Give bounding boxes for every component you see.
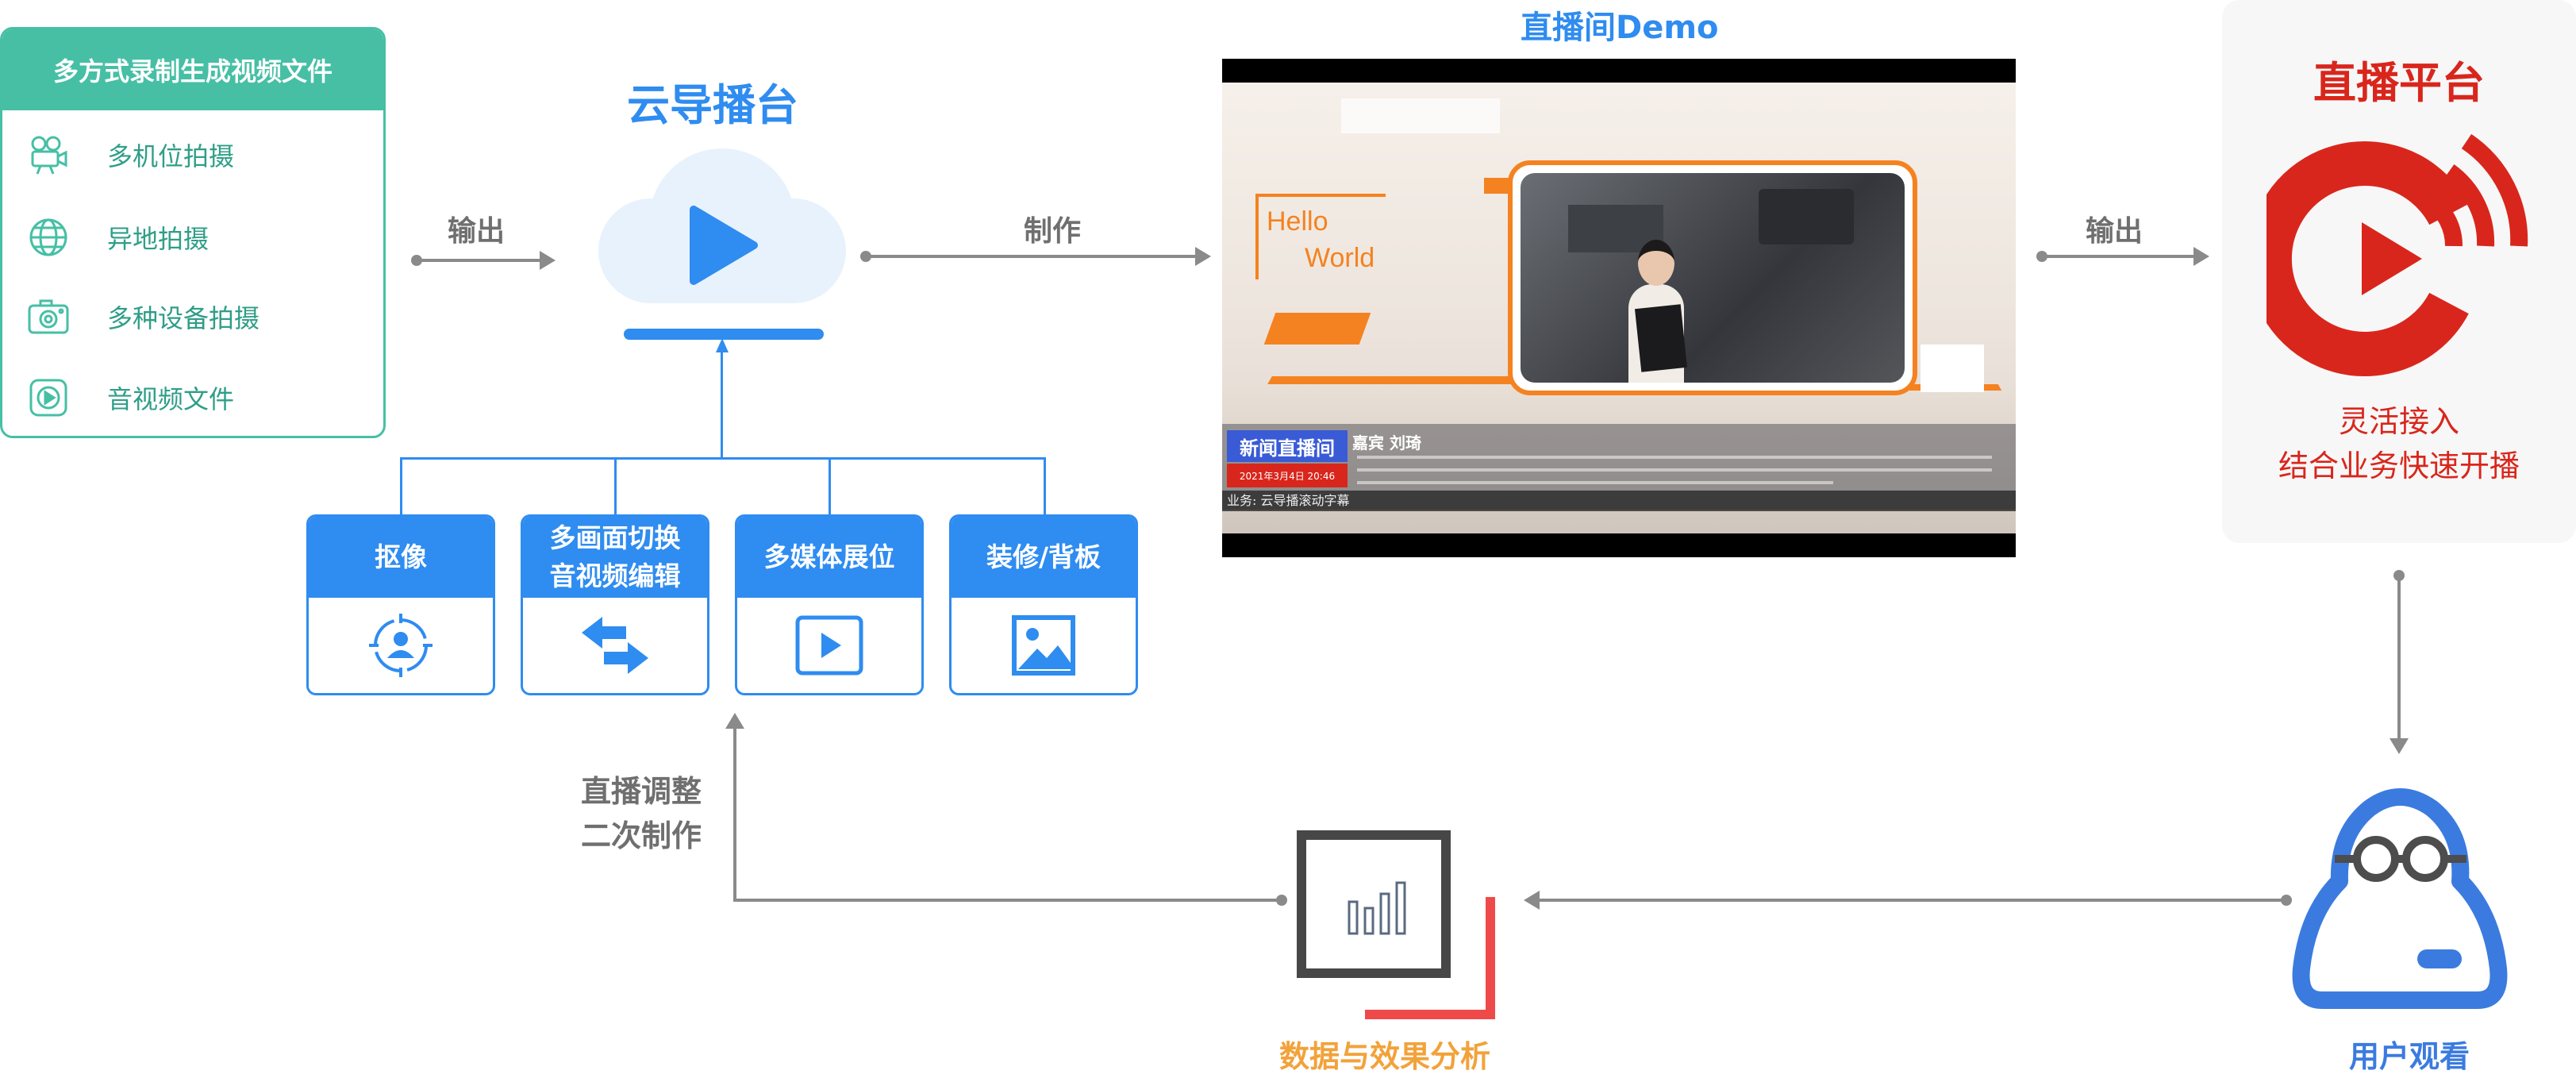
recording-item-remote: 异地拍摄 — [2, 206, 383, 269]
feature-label: 多媒体展位 — [737, 517, 921, 598]
demo-video[interactable]: Hello World 新闻直播间 2021年3月4日 20:46 嘉宾 刘琦 … — [1222, 59, 2016, 557]
feature-label: 装修/背板 — [952, 517, 1136, 598]
feature-label: 抠像 — [309, 517, 493, 598]
arrow-head-icon — [2193, 247, 2209, 266]
connector-line — [733, 727, 736, 902]
recording-item-devices: 多种设备拍摄 — [2, 285, 383, 348]
play-screen-icon — [795, 615, 863, 676]
connector-line — [1044, 457, 1046, 516]
image-icon — [1012, 615, 1075, 676]
connector-line — [829, 457, 831, 516]
arrow-head-icon — [2390, 738, 2409, 754]
analysis-label: 数据与效果分析 — [1279, 1039, 1491, 1074]
adjust-line1: 直播调整 — [581, 774, 702, 809]
globe-icon — [25, 214, 72, 261]
feature-media-booth: 多媒体展位 — [735, 514, 924, 695]
demo-title: 直播间Demo — [1521, 10, 1719, 46]
arrow-head-icon — [725, 713, 744, 729]
feature-label: 多画面切换 音视频编辑 — [523, 517, 707, 598]
studio-scene: Hello World 新闻直播间 2021年3月4日 20:46 嘉宾 刘琦 … — [1222, 83, 2016, 533]
user-label: 用户观看 — [2349, 1039, 2470, 1074]
connector-line — [2397, 575, 2401, 741]
camera-icon — [25, 131, 72, 179]
recording-panel-title: 多方式录制生成视频文件 — [2, 29, 383, 110]
connector-line — [614, 457, 617, 516]
orange-block — [1263, 313, 1371, 345]
screen-video — [1521, 173, 1905, 383]
presenter-tablet — [1634, 304, 1688, 372]
connector-line — [721, 349, 723, 459]
play-cloud-icon — [598, 148, 846, 303]
recording-item-files: 音视频文件 — [2, 366, 383, 429]
camera-prop — [1759, 189, 1854, 244]
white-block — [1341, 98, 1500, 133]
cloud-title: 云导播台 — [627, 80, 798, 130]
live-platform-logo-icon — [2266, 133, 2528, 376]
recording-item-multicam: 多机位拍摄 — [2, 123, 383, 187]
connector-line — [416, 259, 543, 262]
news-badge: 新闻直播间 — [1227, 430, 1348, 462]
studio-screen — [1508, 160, 1917, 395]
output-label-left: 输出 — [448, 215, 506, 248]
make-label: 制作 — [1024, 215, 1082, 248]
connector-line — [865, 255, 1198, 258]
recording-item-label: 多机位拍摄 — [107, 141, 235, 171]
person-target-icon — [369, 614, 433, 677]
output-label-right: 输出 — [2086, 215, 2143, 248]
feature-keying: 抠像 — [306, 514, 495, 695]
platform-desc-line2: 结合业务快速开播 — [2278, 449, 2520, 483]
hello-text: Hello — [1267, 206, 1328, 237]
presenter-head — [1638, 240, 1674, 286]
caption-line — [1357, 468, 1992, 472]
white-block — [1920, 345, 1984, 392]
world-text: World — [1305, 243, 1375, 273]
feature-backdrop: 装修/背板 — [949, 514, 1138, 695]
media-file-icon — [25, 374, 72, 422]
device-camera-icon — [25, 293, 72, 341]
swap-arrows-icon — [582, 617, 648, 674]
recording-panel: 多方式录制生成视频文件 多机位拍摄 异地拍摄 多种设备拍摄 音视频文件 — [0, 27, 386, 438]
connector-line — [400, 457, 402, 516]
feature-multiscreen: 多画面切换 音视频编辑 — [521, 514, 709, 695]
recording-item-label: 音视频文件 — [107, 384, 235, 414]
adjust-line2: 二次制作 — [581, 818, 702, 853]
platform-desc-line1: 灵活接入 — [2338, 404, 2459, 439]
platform-title: 直播平台 — [2313, 58, 2485, 108]
recording-item-label: 多种设备拍摄 — [107, 303, 260, 333]
guest-name: 嘉宾 刘琦 — [1352, 433, 1421, 452]
arrow-head-icon — [1195, 247, 1211, 266]
connector-line — [400, 457, 1046, 460]
recording-item-label: 异地拍摄 — [107, 224, 210, 254]
platform-card: 直播平台 灵活接入 结合业务快速开播 — [2222, 0, 2576, 543]
date-badge: 2021年3月4日 20:46 — [1227, 464, 1348, 487]
connector-line — [1538, 899, 2286, 902]
bar-chart-icon — [1297, 830, 1451, 978]
hello-world-sign: Hello World — [1255, 194, 1386, 279]
connector-line — [2041, 255, 2197, 258]
ticker: 业务: 云导播滚动字幕 — [1222, 491, 2016, 511]
user-glasses-icon — [2292, 788, 2508, 1009]
connector-line — [733, 899, 1281, 902]
bar-chart-bars — [1348, 881, 1406, 935]
caption-line — [1357, 456, 1992, 459]
caption-line — [1357, 481, 1833, 484]
arrow-head-icon — [1524, 891, 1540, 910]
arrow-head-icon — [540, 251, 556, 270]
